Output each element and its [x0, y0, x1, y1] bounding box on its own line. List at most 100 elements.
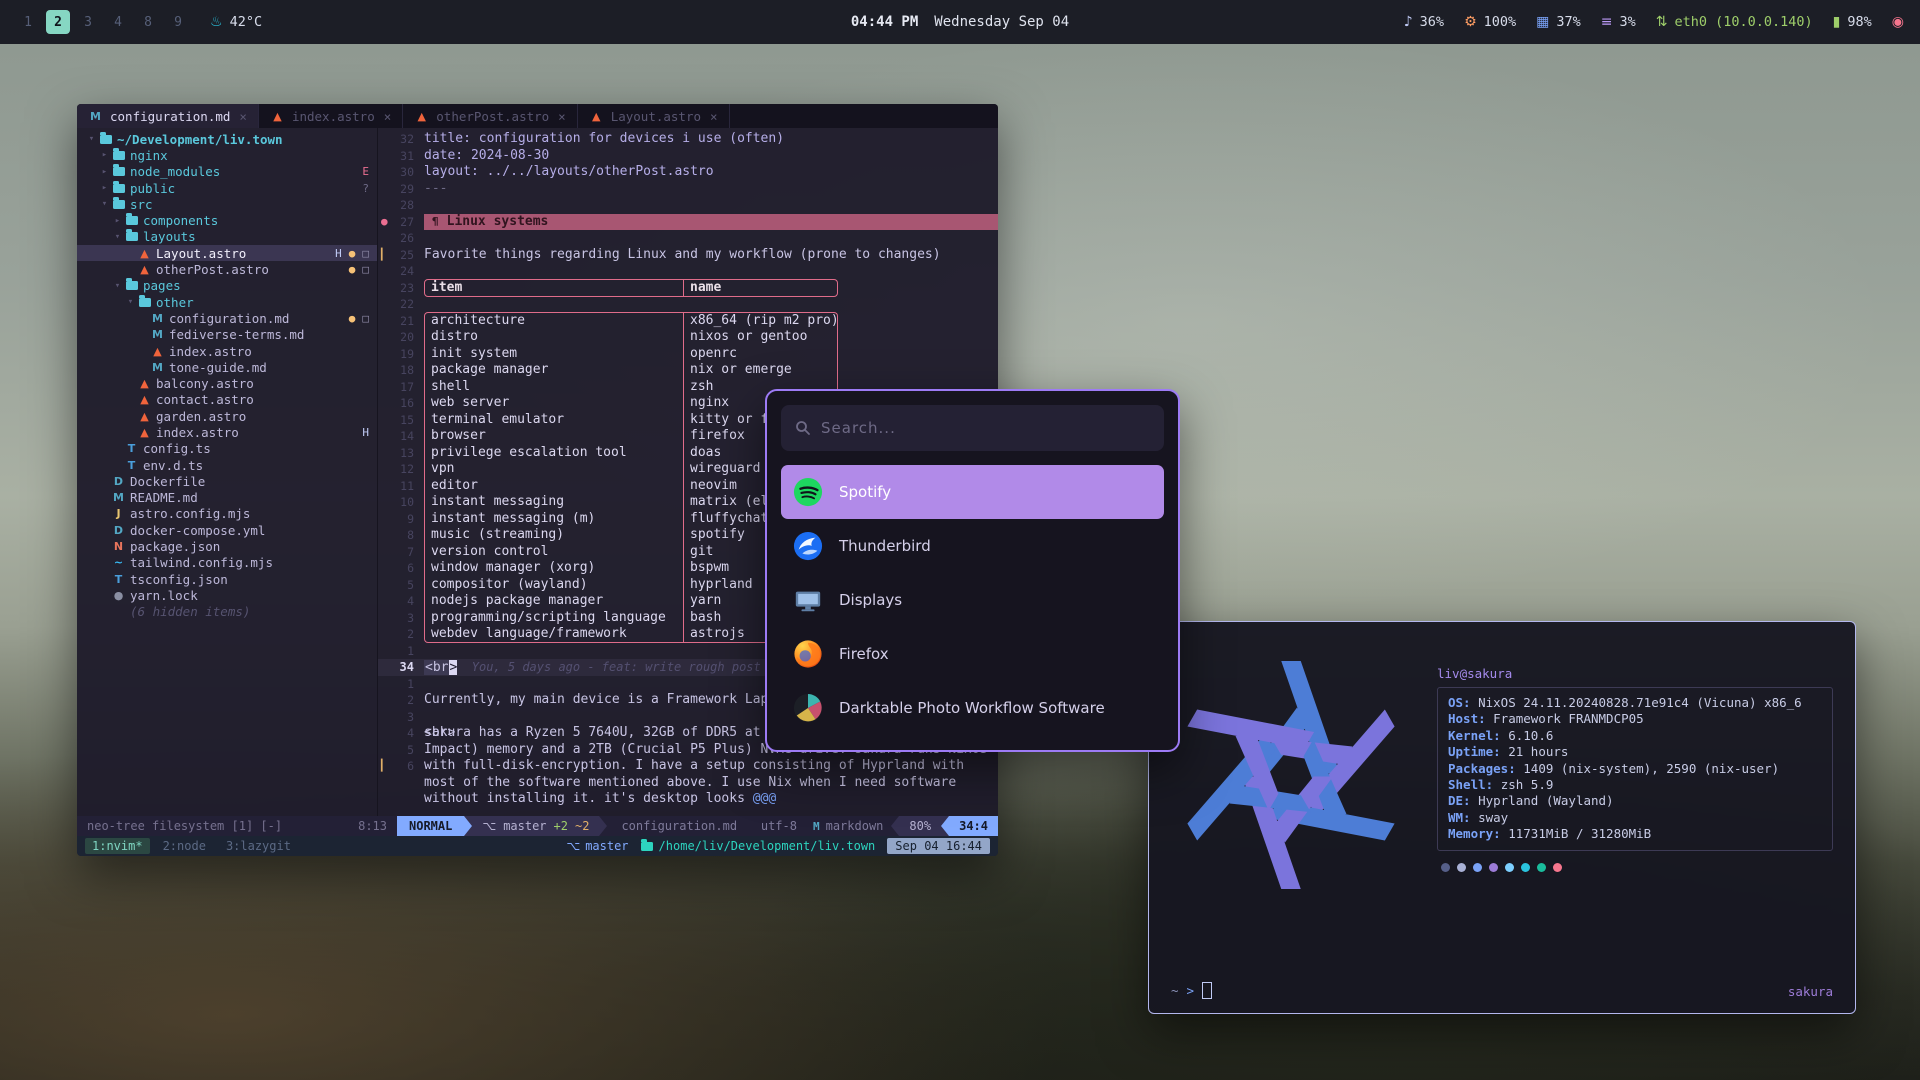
- close-icon[interactable]: ×: [239, 109, 247, 124]
- line-gutter: 2: [378, 692, 424, 709]
- launcher-item-label: Firefox: [839, 645, 889, 663]
- tree-item-label: tsconfig.json: [130, 572, 228, 587]
- table-cell: x86_64 (rip m2 pro): [684, 313, 837, 330]
- module-cpu[interactable]: ▦37%: [1536, 14, 1581, 30]
- tree-item-Dockerfile[interactable]: DDockerfile: [77, 473, 377, 489]
- tree-item-src[interactable]: ▾src: [77, 196, 377, 212]
- module-volume[interactable]: ♪36%: [1404, 14, 1444, 30]
- line-gutter: 20: [378, 329, 424, 346]
- tree-root[interactable]: ▾ ~/Development/liv.town: [77, 131, 377, 147]
- launcher-item-label: Darktable Photo Workflow Software: [839, 699, 1105, 717]
- tree-item-(6 hidden items)[interactable]: (6 hidden items): [77, 604, 377, 620]
- line-number: 19: [378, 346, 424, 363]
- tree-item-contact.astro[interactable]: ▲contact.astro: [77, 392, 377, 408]
- buffer-end-marker: @@@: [753, 791, 776, 806]
- tree-item-README.md[interactable]: MREADME.md: [77, 490, 377, 506]
- tree-item-yarn.lock[interactable]: ●yarn.lock: [77, 587, 377, 603]
- tree-item-env.d.ts[interactable]: Tenv.d.ts: [77, 457, 377, 473]
- launcher-item-thunderbird[interactable]: Thunderbird: [781, 519, 1164, 573]
- tmux-git-segment: ⌥ master: [566, 839, 628, 853]
- tab-otherPost.astro[interactable]: ▲otherPost.astro×: [403, 104, 577, 128]
- tree-item-other[interactable]: ▾other: [77, 294, 377, 310]
- gutter-sign: ▎: [381, 247, 388, 264]
- close-icon[interactable]: ×: [384, 109, 392, 124]
- tree-item-tailwind.config.mjs[interactable]: ~tailwind.config.mjs: [77, 555, 377, 571]
- tree-item-configuration.md[interactable]: Mconfiguration.md●□: [77, 310, 377, 326]
- tmux-path-text: /home/liv/Development/liv.town: [659, 839, 876, 853]
- table-cell: item: [425, 280, 684, 297]
- tree-item-garden.astro[interactable]: ▲garden.astro: [77, 408, 377, 424]
- temperature-module[interactable]: ♨ 42°C: [210, 14, 262, 30]
- tree-item-Layout.astro[interactable]: ▲Layout.astroH●□: [77, 245, 377, 261]
- line-content: title: configuration for devices i use (…: [424, 131, 998, 148]
- prompt-cwd: ~: [1171, 983, 1179, 998]
- tree-item-components[interactable]: ▸components: [77, 212, 377, 228]
- table-cell: vpn: [425, 461, 684, 478]
- palette-dot: [1457, 863, 1466, 872]
- line-gutter: 14: [378, 428, 424, 445]
- tab-configuration.md[interactable]: Mconfiguration.md×: [77, 104, 259, 128]
- close-icon[interactable]: ×: [558, 109, 566, 124]
- powerline-separator: [599, 816, 607, 836]
- tree-item-index.astro[interactable]: ▲index.astroH: [77, 424, 377, 440]
- workspace-button-1[interactable]: 1: [16, 10, 40, 34]
- line-gutter: 29: [378, 181, 424, 198]
- workspace-button-8[interactable]: 8: [136, 10, 160, 34]
- module-power[interactable]: ◉: [1892, 14, 1904, 30]
- tmux-window-2:node[interactable]: 2:node: [156, 838, 213, 854]
- launcher-item-displays[interactable]: Displays: [781, 573, 1164, 627]
- clock[interactable]: 04:44 PM Wednesday Sep 04: [851, 14, 1069, 30]
- launcher-item-darktable[interactable]: Darktable Photo Workflow Software: [781, 681, 1164, 735]
- table-cell: privilege escalation tool: [425, 445, 684, 462]
- astro-icon: ▲: [137, 410, 152, 423]
- tree-item-layouts[interactable]: ▾layouts: [77, 229, 377, 245]
- launcher-item-label: Displays: [839, 591, 902, 609]
- module-network[interactable]: ⇅eth0 (10.0.0.140): [1656, 14, 1813, 30]
- tree-item-index.astro[interactable]: ▲index.astro: [77, 343, 377, 359]
- launcher-item-firefox[interactable]: Firefox: [781, 627, 1164, 681]
- terminal-window[interactable]: liv@sakura OS: NixOS 24.11.20240828.71e9…: [1148, 621, 1856, 1014]
- tree-item-nginx[interactable]: ▸nginx: [77, 147, 377, 163]
- tree-item-package.json[interactable]: Npackage.json: [77, 538, 377, 554]
- tree-item-public[interactable]: ▸public?: [77, 180, 377, 196]
- line-number: 2: [378, 626, 424, 643]
- line-number: 10: [378, 494, 424, 511]
- launcher-item-spotify[interactable]: Spotify: [781, 465, 1164, 519]
- workspace-button-9[interactable]: 9: [166, 10, 190, 34]
- palette-dot: [1553, 863, 1562, 872]
- tree-item-pages[interactable]: ▾pages: [77, 278, 377, 294]
- tmux-window-1:nvim*[interactable]: 1:nvim*: [85, 838, 150, 854]
- workspace-button-3[interactable]: 3: [76, 10, 100, 34]
- fetch-info-label: Memory:: [1448, 826, 1508, 841]
- line-number: 29: [378, 181, 424, 198]
- workspace-button-4[interactable]: 4: [106, 10, 130, 34]
- tab-Layout.astro[interactable]: ▲Layout.astro×: [578, 104, 730, 128]
- editor-line: 29---: [378, 181, 998, 198]
- tree-item-otherPost.astro[interactable]: ▲otherPost.astro●□: [77, 261, 377, 277]
- module-battery[interactable]: ▮98%: [1833, 14, 1872, 30]
- tree-item-node_modules[interactable]: ▸node_modulesE: [77, 164, 377, 180]
- tree-item-config.ts[interactable]: Tconfig.ts: [77, 441, 377, 457]
- module-battery-value: 98%: [1847, 14, 1871, 30]
- workspace-button-2[interactable]: 2: [46, 10, 70, 34]
- tree-item-tsconfig.json[interactable]: Ttsconfig.json: [77, 571, 377, 587]
- tree-item-balcony.astro[interactable]: ▲balcony.astro: [77, 375, 377, 391]
- git-status-badge: □: [362, 247, 369, 260]
- tree-item-astro.config.mjs[interactable]: Jastro.config.mjs: [77, 506, 377, 522]
- search-input[interactable]: Search...: [781, 405, 1164, 451]
- tree-item-fediverse-terms.md[interactable]: Mfediverse-terms.md: [77, 327, 377, 343]
- line-content: init systemopenrc: [424, 346, 998, 363]
- js-icon: J: [111, 507, 126, 520]
- tree-item-docker-compose.yml[interactable]: Ddocker-compose.yml: [77, 522, 377, 538]
- line-gutter: 15: [378, 412, 424, 429]
- table-cell: name: [684, 280, 837, 297]
- module-volume-value: 36%: [1420, 14, 1444, 30]
- tree-item-label: node_modules: [130, 164, 220, 179]
- tmux-window-3:lazygit[interactable]: 3:lazygit: [219, 838, 298, 854]
- module-memory[interactable]: ≡3%: [1601, 14, 1636, 30]
- tab-index.astro[interactable]: ▲index.astro×: [259, 104, 403, 128]
- module-gear[interactable]: ⚙100%: [1464, 14, 1516, 30]
- tree-item-tone-guide.md[interactable]: Mtone-guide.md: [77, 359, 377, 375]
- shell-prompt[interactable]: ~ >: [1171, 982, 1212, 999]
- close-icon[interactable]: ×: [710, 109, 718, 124]
